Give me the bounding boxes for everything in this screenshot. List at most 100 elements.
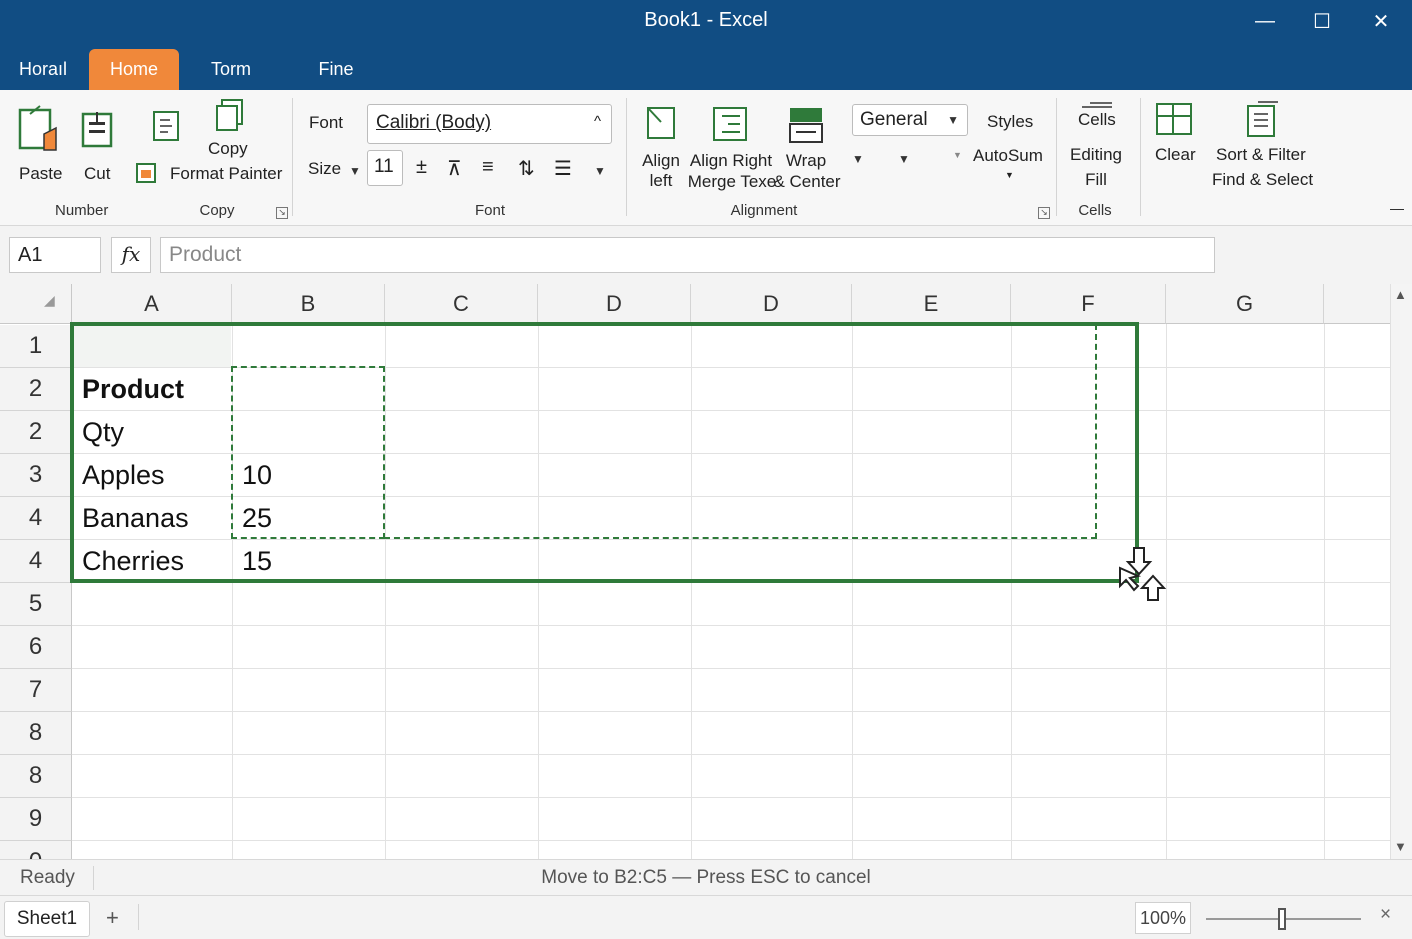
select-all-icon: ◢	[44, 292, 55, 308]
autosum-dropdown-icon[interactable]: ▼	[1005, 170, 1014, 180]
row-header[interactable]: 4	[0, 497, 72, 540]
font-label: Font	[309, 113, 344, 132]
paste-button[interactable]: Paste	[19, 164, 62, 184]
align-right-button[interactable]: Align Right	[686, 151, 776, 171]
row-header[interactable]: 9	[0, 798, 72, 841]
styles-button[interactable]: Styles	[987, 112, 1033, 132]
group-label-alignment: Alignment	[730, 202, 798, 219]
collapse-ribbon-button[interactable]: —	[1390, 200, 1404, 216]
row-header[interactable]: 1	[0, 325, 72, 368]
cut-button[interactable]: Cut	[84, 164, 110, 184]
font-size-input[interactable]: 11	[367, 150, 403, 186]
column-header[interactable]	[1324, 284, 1390, 324]
size-dropdown-icon[interactable]: ▼	[349, 164, 361, 178]
dropdown-arrow-icon[interactable]: ▼	[852, 152, 864, 166]
dialog-launcher-icon[interactable]: ↘	[276, 207, 288, 219]
column-header[interactable]: D	[538, 284, 691, 324]
autosum-button[interactable]: AutoSum	[973, 146, 1043, 166]
size-label: Size	[308, 159, 342, 178]
dropdown-arrow-icon[interactable]: ▼	[898, 152, 910, 166]
center-button[interactable]: & Center	[772, 172, 842, 192]
increase-font-icon[interactable]: ±	[416, 156, 427, 179]
clear-icon	[1155, 102, 1195, 143]
row-header[interactable]: 7	[0, 669, 72, 712]
tab-torm[interactable]: Torm	[196, 49, 266, 90]
scroll-up-icon[interactable]: ▲	[1394, 287, 1407, 302]
find-select-button[interactable]: Find & Select	[1212, 170, 1313, 190]
column-header[interactable]: D	[691, 284, 852, 324]
divider	[138, 904, 139, 930]
cells-button[interactable]: Cells	[1078, 110, 1116, 130]
align-left-icon	[645, 104, 679, 147]
zoom-level[interactable]: 100%	[1135, 902, 1191, 934]
bullet-list-icon[interactable]: ☰	[554, 156, 572, 181]
tab-home[interactable]: Home	[89, 49, 179, 90]
align-lines-icon[interactable]: ≡	[482, 156, 494, 179]
row-header[interactable]: 5	[0, 583, 72, 626]
copy-button[interactable]: Copy	[208, 139, 248, 159]
align-left-label-1: Align	[642, 151, 680, 170]
gridline	[72, 797, 1390, 798]
select-all-corner[interactable]: ◢	[0, 284, 72, 324]
copy-icon	[214, 98, 246, 137]
font-name-value: Calibri (Body)	[376, 112, 492, 133]
group-label-cells: Cells	[1078, 202, 1112, 219]
vertical-scrollbar[interactable]: ▲ ▼	[1390, 284, 1412, 859]
formula-input[interactable]: Product	[160, 237, 1215, 273]
font-name-dropdown[interactable]: Calibri (Body) ^	[367, 104, 612, 144]
wrap-button[interactable]: Wrap	[780, 151, 832, 171]
paste-icon	[16, 104, 60, 159]
text-direction-icon[interactable]: ⊼	[447, 156, 462, 181]
gridline	[72, 840, 1390, 841]
dialog-launcher-icon[interactable]: ↘	[1038, 207, 1050, 219]
close-button[interactable]: ✕	[1352, 4, 1410, 38]
formula-bar: A1 fx Product	[0, 226, 1412, 284]
cut-icon	[80, 108, 116, 155]
column-header[interactable]: F	[1011, 284, 1166, 324]
divider	[626, 98, 627, 216]
row-header[interactable]: 2	[0, 411, 72, 454]
zoom-slider-handle[interactable]	[1278, 908, 1286, 930]
gridline	[72, 711, 1390, 712]
worksheet-grid: ◢ A B C D D E F G 1 2 2 3 4 4 5 6 7 8 8 …	[0, 284, 1390, 859]
tab-fine[interactable]: Fine	[302, 49, 370, 90]
clear-button[interactable]: Clear	[1155, 145, 1196, 165]
gridline	[72, 754, 1390, 755]
editing-button[interactable]: Editing	[1064, 145, 1128, 165]
divider	[292, 98, 293, 216]
fill-button[interactable]: Fill	[1064, 170, 1128, 190]
maximize-button[interactable]: ☐	[1293, 4, 1351, 38]
gridline	[72, 668, 1390, 669]
row-header[interactable]: 8	[0, 755, 72, 798]
row-header[interactable]: 4	[0, 540, 72, 583]
minimize-button[interactable]: —	[1236, 4, 1294, 38]
merge-button[interactable]: Merge Texe	[686, 172, 778, 192]
number-format-dropdown[interactable]: General ▼	[852, 104, 968, 136]
name-box[interactable]: A1	[9, 237, 101, 273]
row-header[interactable]: 3	[0, 454, 72, 497]
format-painter-button[interactable]: Format Painter	[170, 164, 282, 184]
column-header[interactable]: B	[232, 284, 385, 324]
move-marquee	[231, 366, 385, 539]
column-header[interactable]: A	[72, 284, 232, 324]
tab-horail[interactable]: Horaıl	[8, 49, 78, 90]
column-header[interactable]: G	[1166, 284, 1324, 324]
column-header[interactable]: E	[852, 284, 1011, 324]
sort-filter-button[interactable]: Sort & Filter	[1216, 145, 1306, 165]
small-arrow-icon[interactable]: ▼	[953, 150, 962, 160]
more-options-icon[interactable]: ▼	[594, 164, 606, 178]
row-header[interactable]: 8	[0, 712, 72, 755]
row-header[interactable]: 2	[0, 368, 72, 411]
scroll-down-icon[interactable]: ▼	[1394, 839, 1407, 854]
sheet-tab-sheet1[interactable]: Sheet1	[4, 901, 90, 937]
row-header[interactable]: 6	[0, 626, 72, 669]
row-header[interactable]: 0	[0, 841, 72, 859]
zoom-close-icon[interactable]: ×	[1380, 904, 1391, 926]
title-bar: Book1 - Excel — ☐ ✕ Horaıl Home Torm Fin…	[0, 0, 1412, 90]
align-left-button[interactable]: Align left	[638, 151, 684, 191]
align-right-icon	[710, 104, 752, 149]
line-spacing-icon[interactable]: ⇅	[518, 156, 535, 181]
add-sheet-button[interactable]: +	[106, 905, 119, 931]
insert-function-button[interactable]: fx	[111, 237, 151, 273]
column-header[interactable]: C	[385, 284, 538, 324]
